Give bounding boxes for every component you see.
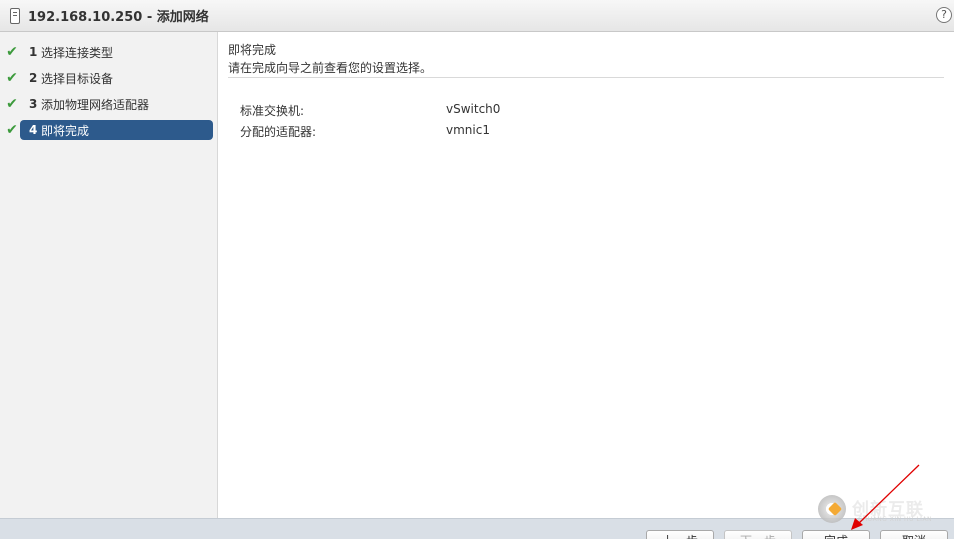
step-label: 选择目标设备 — [41, 71, 114, 86]
step-number: 1 — [29, 45, 38, 59]
brand-logo-icon — [818, 495, 846, 523]
setting-key: 分配的适配器: — [240, 125, 317, 139]
annotation-arrow-icon — [851, 464, 920, 530]
setting-value: vSwitch0 — [446, 102, 501, 116]
page-title: 即将完成 — [228, 43, 277, 57]
wizard-step-4[interactable]: ✔ 4 即将完成 — [0, 120, 218, 140]
step-label: 即将完成 — [41, 123, 90, 138]
wizard-step-1[interactable]: ✔ 1 选择连接类型 — [0, 42, 218, 62]
wizard-step-2[interactable]: ✔ 2 选择目标设备 — [0, 68, 218, 88]
setting-value: vmnic1 — [446, 123, 490, 137]
checkmark-icon: ✔ — [6, 70, 18, 86]
dialog-title: 192.168.10.250 - 添加网络 — [28, 10, 209, 25]
next-button[interactable]: 下一步 — [724, 530, 792, 539]
checkmark-icon: ✔ — [6, 122, 18, 138]
wizard-steps-panel: ✔ 1 选择连接类型 ✔ 2 选择目标设备 ✔ 3 添加物理网络适配器 ✔ 4 … — [0, 32, 218, 518]
back-button[interactable]: 上一步 — [646, 530, 714, 539]
step-number: 2 — [29, 71, 38, 85]
step-label: 选择连接类型 — [41, 45, 114, 60]
step-label: 添加物理网络适配器 — [41, 97, 150, 112]
host-icon — [10, 7, 20, 24]
step-number: 4 — [29, 123, 38, 137]
wizard-content: 即将完成 请在完成向导之前查看您的设置选择。 标准交换机: vSwitch0 分… — [219, 32, 954, 518]
dialog-titlebar: 192.168.10.250 - 添加网络 ? — [0, 0, 954, 32]
checkmark-icon: ✔ — [6, 96, 18, 112]
wizard-step-3[interactable]: ✔ 3 添加物理网络适配器 — [0, 94, 218, 114]
checkmark-icon: ✔ — [6, 44, 18, 60]
help-icon[interactable]: ? — [936, 7, 952, 23]
page-subtitle: 请在完成向导之前查看您的设置选择。 — [228, 61, 433, 75]
header-divider — [228, 77, 944, 78]
step-number: 3 — [29, 97, 38, 111]
setting-key: 标准交换机: — [240, 104, 305, 118]
wizard-footer: 上一步 下一步 完成 取消 — [0, 518, 954, 539]
